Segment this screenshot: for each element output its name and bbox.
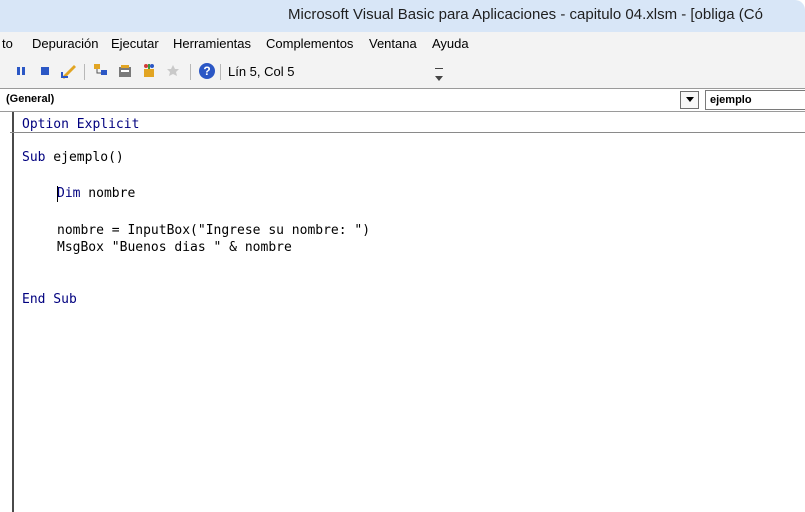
code-keyword: Dim [57,186,81,201]
code-line-option-explicit: Option Explicit [22,117,139,132]
procedure-selector[interactable]: ejemplo [705,90,805,110]
project-explorer-icon[interactable] [92,62,110,80]
code-line-end-sub: End Sub [22,292,77,307]
svg-text:?: ? [203,64,210,78]
menu-item-to[interactable]: to [2,36,13,51]
standard-toolbar: ? Lín 5, Col 5 [0,56,805,88]
menu-item-complementos[interactable]: Complementos [266,36,353,51]
code-line-msgbox: MsgBox "Buenos dias " & nombre [57,240,292,255]
window-title: Microsoft Visual Basic para Aplicaciones… [288,6,763,23]
pause-icon[interactable] [12,62,30,80]
object-browser-icon[interactable] [140,62,158,80]
toolbox-icon[interactable] [164,62,182,80]
menu-bar: to Depuración Ejecutar Herramientas Comp… [0,32,805,56]
menu-item-ventana[interactable]: Ventana [369,36,417,51]
code-text: MsgBox "Buenos dias " & nombre [57,240,292,255]
code-editor[interactable] [12,112,805,512]
design-mode-icon[interactable] [60,62,78,80]
code-text: nombre [80,186,136,201]
code-keyword: Option Explicit [22,117,140,132]
text-caret [57,186,58,202]
procedure-selector-value: ejemplo [710,94,752,106]
menu-item-herramientas[interactable]: Herramientas [173,36,251,51]
menu-item-ayuda[interactable]: Ayuda [432,36,469,51]
menu-item-ejecutar[interactable]: Ejecutar [111,36,159,51]
help-icon[interactable]: ? [198,62,216,80]
procedure-bar: (General) ejemplo [0,88,805,112]
code-keyword: End Sub [22,292,77,307]
code-line-dim: Dim nombre [57,186,135,201]
title-bar: Microsoft Visual Basic para Aplicaciones… [0,0,805,32]
code-keyword: Sub [22,150,46,165]
code-text: nombre = InputBox("Ingrese su nombre: ") [57,223,371,238]
stop-icon[interactable] [36,62,54,80]
cursor-position-indicator: Lín 5, Col 5 [228,64,295,79]
code-text: ejemplo() [45,150,124,165]
properties-window-icon[interactable] [116,62,134,80]
declarations-separator [10,132,805,133]
toolbar-options-chevron-icon[interactable] [430,66,448,84]
object-selector[interactable]: (General) [6,93,54,105]
code-line-sub: Sub ejemplo() [22,150,124,165]
procedure-dropdown-button[interactable] [680,91,699,109]
menu-item-depuracion[interactable]: Depuración [32,36,99,51]
code-line-inputbox: nombre = InputBox("Ingrese su nombre: ") [57,223,370,238]
vba-editor-window: Microsoft Visual Basic para Aplicaciones… [0,0,805,512]
